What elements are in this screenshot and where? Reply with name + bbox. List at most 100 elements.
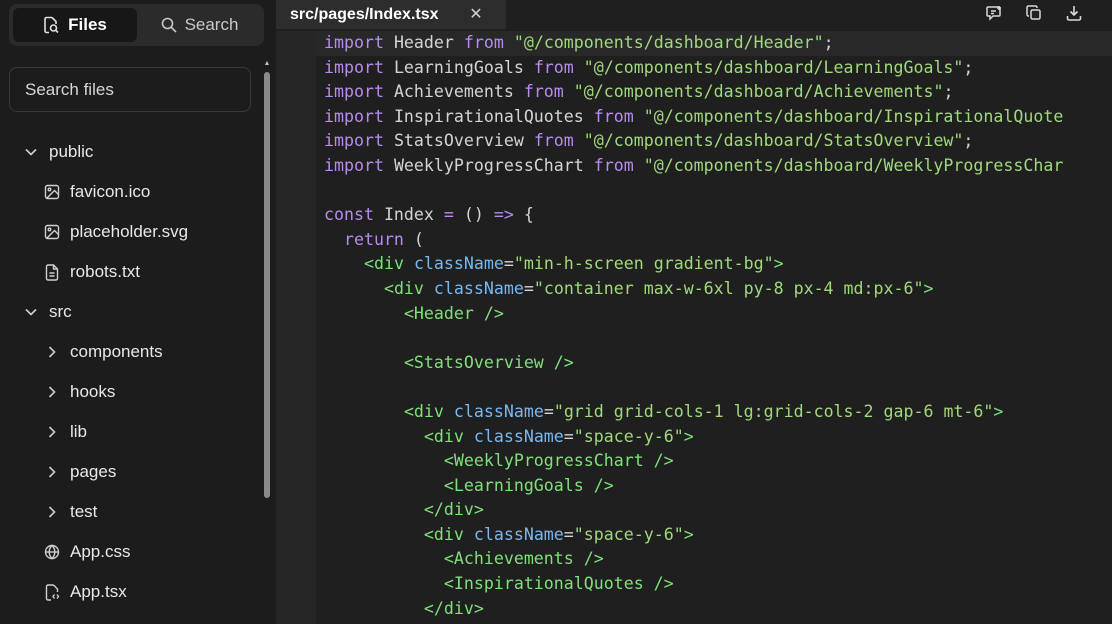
code-token: <InspirationalQuotes /> [443, 574, 674, 594]
code-line[interactable]: 15 [316, 375, 1112, 400]
code-line[interactable]: 4import InspirationalQuotes from "@/comp… [316, 105, 1112, 130]
file-tree-item[interactable]: robots.txt [0, 252, 262, 292]
code-line[interactable]: 23 <InspirationalQuotes /> [316, 572, 1112, 597]
sidebar-scrollbar[interactable]: ▲ [263, 60, 271, 624]
code-line[interactable]: 19 <LearningGoals /> [316, 474, 1112, 499]
code-token: Index [373, 205, 444, 225]
code-line[interactable]: 24 </div> [316, 597, 1112, 622]
code-line-text: const Index = () => { [324, 203, 534, 228]
code-line[interactable]: 5import StatsOverview from "@/components… [316, 129, 1112, 154]
code-line[interactable]: 2import LearningGoals from "@/components… [316, 56, 1112, 81]
code-line-text: <Achievements /> [324, 547, 604, 572]
file-tree-item[interactable]: lib [0, 412, 262, 452]
code-line[interactable]: 1import Header from "@/components/dashbo… [316, 31, 1112, 56]
code-line-text: <div className="container max-w-6xl py-8… [324, 277, 934, 302]
code-token: from [523, 82, 564, 102]
file-tree-item-label: src [49, 302, 72, 321]
code-token: import [324, 82, 384, 102]
file-tree-item[interactable]: favicon.ico [0, 172, 262, 212]
line-number-gutter [276, 31, 316, 624]
code-line[interactable]: 17 <div className="space-y-6"> [316, 425, 1112, 450]
code-token: <div [403, 401, 444, 421]
scrollbar-thumb[interactable] [264, 72, 270, 498]
code-line[interactable]: 6import WeeklyProgressChart from "@/comp… [316, 154, 1112, 179]
code-line-text: import LearningGoals from "@/components/… [324, 56, 973, 81]
code-token: <StatsOverview /> [403, 352, 574, 372]
code-line[interactable]: 22 <Achievements /> [316, 547, 1112, 572]
file-tree-item[interactable]: hooks [0, 372, 262, 412]
file-tree-item-label: lib [70, 422, 88, 441]
code-token: => [493, 205, 514, 225]
code-line[interactable]: 12 <Header /> [316, 302, 1112, 327]
code-token: </div> [423, 500, 484, 520]
code-line[interactable]: 16 <div className="grid grid-cols-1 lg:g… [316, 400, 1112, 425]
code-line[interactable]: 21 <div className="space-y-6"> [316, 523, 1112, 548]
image-file-icon [43, 223, 61, 241]
code-token: "min-h-screen gradient-bg" [513, 254, 774, 274]
search-files-input[interactable] [9, 67, 251, 112]
code-line[interactable]: 8const Index = () => { [316, 203, 1112, 228]
code-token: "@/components/dashboard/StatsOverview" [583, 131, 964, 151]
code-line[interactable]: 9 return ( [316, 228, 1112, 253]
file-tree-item[interactable]: components [0, 332, 262, 372]
code-token: "@/components/dashboard/WeeklyProgressCh… [643, 155, 1064, 175]
code-line[interactable]: 13 [316, 326, 1112, 351]
code-line[interactable]: 18 <WeeklyProgressChart /> [316, 449, 1112, 474]
code-token: InspirationalQuotes [383, 106, 594, 126]
code-token: "space-y-6" [573, 524, 684, 544]
file-tree-item[interactable]: pages [0, 452, 262, 492]
code-token: </div> [423, 598, 484, 618]
chevron-right-icon [43, 503, 61, 521]
code-line[interactable]: 3import Achievements from "@/components/… [316, 80, 1112, 105]
code-token: import [324, 106, 384, 126]
code-line-text: <StatsOverview /> [324, 351, 574, 376]
code-line-text: import Achievements from "@/components/d… [324, 80, 953, 105]
search-tab[interactable]: Search [139, 8, 260, 42]
code-line[interactable]: 14 <StatsOverview /> [316, 351, 1112, 376]
code-line[interactable]: 20 </div> [316, 498, 1112, 523]
image-file-icon [43, 183, 61, 201]
code-token: className [473, 426, 564, 446]
code-token: = [443, 205, 454, 225]
code-line-text: <LearningGoals /> [324, 474, 614, 499]
code-line-text: <WeeklyProgressChart /> [324, 449, 674, 474]
add-comment-icon[interactable] [982, 2, 1006, 24]
download-icon[interactable] [1062, 2, 1086, 24]
file-tree-item-label: pages [70, 462, 117, 481]
code-token: ; [943, 82, 954, 102]
scroll-up-arrow-icon[interactable]: ▲ [263, 60, 271, 68]
file-tree-item[interactable]: placeholder.svg [0, 212, 262, 252]
code-line[interactable]: 11 <div className="container max-w-6xl p… [316, 277, 1112, 302]
chevron-right-icon [43, 343, 61, 361]
code-token: <div [383, 278, 424, 298]
code-token: className [453, 401, 544, 421]
file-tree-item[interactable]: test [0, 492, 262, 532]
file-tree-item[interactable]: src [0, 292, 262, 332]
code-token: = [563, 426, 574, 446]
code-line[interactable]: 10 <div className="min-h-screen gradient… [316, 252, 1112, 277]
code-token: <div [423, 524, 464, 544]
file-tree-item-label: hooks [70, 382, 116, 401]
code-token: = [523, 278, 534, 298]
files-tab[interactable]: Files [13, 8, 137, 42]
code-token: ; [823, 33, 834, 52]
file-tree-item[interactable]: App.tsx [0, 572, 262, 612]
code-token: from [593, 106, 634, 126]
code-content[interactable]: 1import Header from "@/components/dashbo… [316, 31, 1112, 624]
code-line-text: </div> [324, 498, 484, 523]
code-token: <div [423, 426, 464, 446]
code-token: "container max-w-6xl py-8 px-4 md:px-6" [533, 278, 924, 298]
code-line[interactable]: 7 [316, 179, 1112, 204]
globe-icon [43, 543, 61, 561]
search-icon [161, 17, 177, 33]
code-token: <LearningGoals /> [443, 475, 614, 495]
file-tree-item[interactable]: App.css [0, 532, 262, 572]
file-tree-item[interactable]: public [0, 132, 262, 172]
copy-icon[interactable] [1022, 2, 1046, 24]
close-tab-icon[interactable]: ✕ [466, 4, 486, 24]
